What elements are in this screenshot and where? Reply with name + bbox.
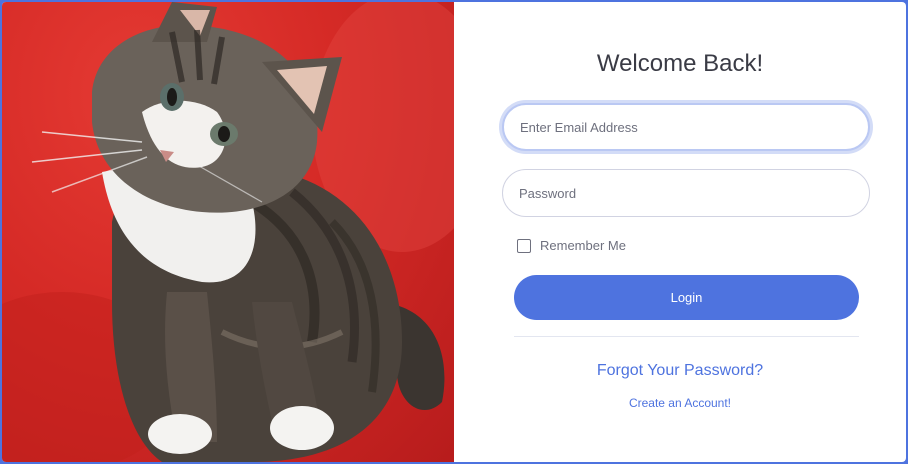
password-input[interactable]	[502, 169, 870, 217]
login-button[interactable]: Login	[514, 275, 859, 320]
page-title: Welcome Back!	[596, 50, 764, 77]
divider	[514, 336, 859, 337]
kitten-photo	[2, 2, 454, 462]
email-input[interactable]	[502, 103, 870, 151]
login-form-panel: Welcome Back! Remember Me Login Forgot Y…	[454, 2, 906, 462]
kitten-illustration	[2, 2, 454, 462]
remember-me-checkbox[interactable]	[517, 238, 531, 253]
login-card: Welcome Back! Remember Me Login Forgot Y…	[2, 2, 906, 462]
remember-me-label[interactable]: Remember Me	[540, 238, 626, 253]
create-account-link[interactable]: Create an Account!	[454, 396, 906, 410]
forgot-password-link[interactable]: Forgot Your Password?	[454, 362, 906, 380]
remember-me-row[interactable]: Remember Me	[517, 238, 626, 253]
